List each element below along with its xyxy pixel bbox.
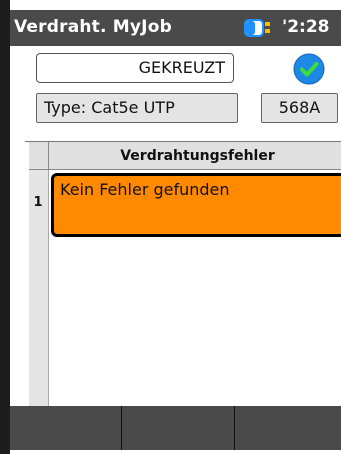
wiring-errors-table: Verdrahtungsfehler 1 Kein Fehler gefunde… (25, 141, 341, 407)
clock: '2:28 (282, 17, 330, 37)
wiring-standard-button[interactable]: 568A (261, 93, 338, 123)
softkey-3[interactable] (235, 406, 341, 450)
softkey-bar (10, 406, 341, 450)
device-bezel (5, 0, 10, 454)
cable-type-button[interactable]: Type: Cat5e UTP (36, 93, 238, 123)
table-header: Verdrahtungsfehler (49, 142, 341, 170)
table-corner (29, 142, 49, 170)
device-screen: Verdraht. MyJob '2:28 GEKREUZT Type: Cat… (0, 0, 341, 454)
page-title: Verdraht. MyJob (14, 17, 172, 37)
title-bar: Verdraht. MyJob '2:28 (10, 10, 341, 46)
table-row[interactable]: Kein Fehler gefunden (51, 173, 341, 237)
row-number-column: 1 (29, 170, 49, 407)
softkey-2[interactable] (122, 406, 235, 450)
row-number: 1 (33, 195, 43, 210)
check-circle-icon (293, 53, 325, 85)
battery-icon (244, 19, 272, 37)
wiremap-status-field: GEKREUZT (36, 53, 234, 83)
softkey-1[interactable] (10, 406, 123, 450)
